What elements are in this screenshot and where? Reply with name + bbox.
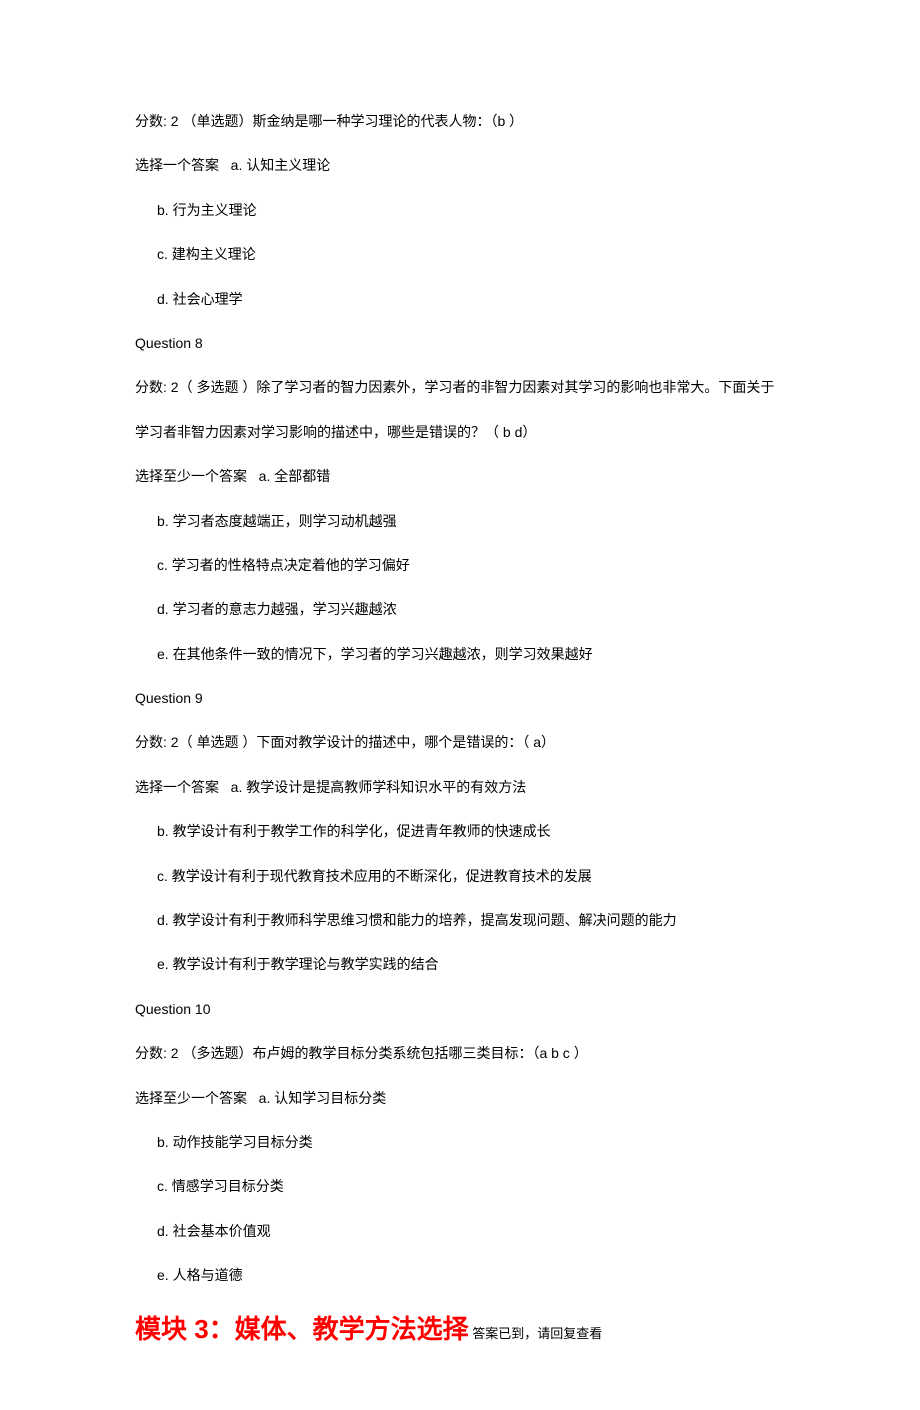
section-suffix: 答案已到，请回复查看 [469, 1326, 603, 1341]
q8-choose-row: 选择至少一个答案 a. 全部都错 [135, 465, 785, 487]
q10-option-e: e. 人格与道德 [135, 1264, 785, 1286]
q7-option-b: b. 行为主义理论 [135, 199, 785, 221]
q8-header: Question 8 [135, 332, 785, 354]
q10-option-d: d. 社会基本价值观 [135, 1220, 785, 1242]
q8-option-d: d. 学习者的意志力越强，学习兴趣越浓 [135, 598, 785, 620]
q8-option-a: a. 全部都错 [259, 468, 331, 484]
q9-choose-label: 选择一个答案 [135, 779, 219, 795]
q10-option-c: c. 情感学习目标分类 [135, 1175, 785, 1197]
q9-stem: 分数: 2（ 单选题 ）下面对教学设计的描述中，哪个是错误的：（ a） [135, 731, 785, 753]
q8-choose-label: 选择至少一个答案 [135, 468, 247, 484]
q10-stem: 分数: 2 （多选题）布卢姆的教学目标分类系统包括哪三类目标：（a b c ） [135, 1042, 785, 1064]
q8-option-c: c. 学习者的性格特点决定着他的学习偏好 [135, 554, 785, 576]
q8-option-b: b. 学习者态度越端正，则学习动机越强 [135, 510, 785, 532]
q7-option-d: d. 社会心理学 [135, 288, 785, 310]
q7-option-a: a. 认知主义理论 [231, 157, 331, 173]
q8-option-e: e. 在其他条件一致的情况下，学习者的学习兴趣越浓，则学习效果越好 [135, 643, 785, 665]
q7-stem: 分数: 2 （单选题）斯金纳是哪一种学习理论的代表人物：（b ） [135, 110, 785, 132]
q7-option-c: c. 建构主义理论 [135, 243, 785, 265]
q10-choose-label: 选择至少一个答案 [135, 1090, 247, 1106]
section-heading-row: 模块 3：媒体、教学方法选择 答案已到，请回复查看 [135, 1309, 785, 1351]
q8-stem-line1: 分数: 2（ 多选题 ）除了学习者的智力因素外，学习者的非智力因素对其学习的影响… [135, 376, 785, 398]
q7-choose-label: 选择一个答案 [135, 157, 219, 173]
q10-option-a: a. 认知学习目标分类 [259, 1090, 387, 1106]
q8-stem-line2: 学习者非智力因素对学习影响的描述中，哪些是错误的？（ b d） [135, 421, 785, 443]
q9-header: Question 9 [135, 687, 785, 709]
q7-choose-row: 选择一个答案 a. 认知主义理论 [135, 154, 785, 176]
section-title: 模块 3：媒体、教学方法选择 [135, 1314, 469, 1344]
q9-choose-row: 选择一个答案 a. 教学设计是提高教师学科知识水平的有效方法 [135, 776, 785, 798]
q10-option-b: b. 动作技能学习目标分类 [135, 1131, 785, 1153]
q9-option-b: b. 教学设计有利于教学工作的科学化，促进青年教师的快速成长 [135, 820, 785, 842]
q9-option-a: a. 教学设计是提高教师学科知识水平的有效方法 [231, 779, 527, 795]
q9-option-d: d. 教学设计有利于教师科学思维习惯和能力的培养，提高发现问题、解决问题的能力 [135, 909, 785, 931]
q9-option-c: c. 教学设计有利于现代教育技术应用的不断深化，促进教育技术的发展 [135, 865, 785, 887]
q10-header: Question 10 [135, 998, 785, 1020]
q10-choose-row: 选择至少一个答案 a. 认知学习目标分类 [135, 1087, 785, 1109]
q9-option-e: e. 教学设计有利于教学理论与教学实践的结合 [135, 953, 785, 975]
